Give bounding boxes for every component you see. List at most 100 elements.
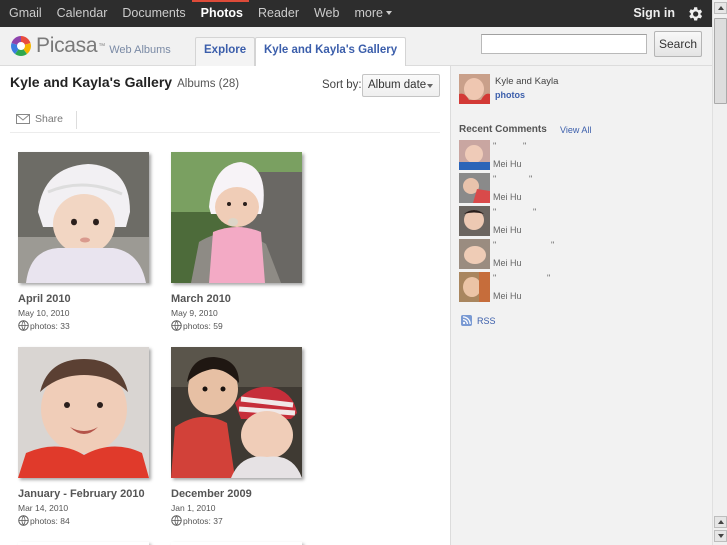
view-all-link[interactable]: View All [560,125,591,135]
avatar[interactable] [459,74,490,104]
arrow-up-icon [717,520,724,524]
rss-icon [461,315,472,326]
album-thumbnail[interactable] [171,152,302,283]
toolbar-divider [76,111,77,129]
arrow-up-icon [717,6,724,10]
picasa-logo-tm: ™ [98,42,106,50]
gbar-link-gmail[interactable]: Gmail [0,0,48,27]
google-bar: Gmail Calendar Documents Photos Reader W… [0,0,712,27]
scroll-down-button[interactable] [714,530,727,542]
gbar-link-photos[interactable]: Photos [191,0,250,27]
album-photos-label: photos: 33 [30,320,70,331]
album-photo-count: photos: 84 [18,515,158,526]
comment-thumbnail[interactable] [459,140,490,170]
album-title[interactable]: March 2010 [171,293,311,305]
main-content: Kyle and Kayla's Gallery Albums (28) Sor… [0,66,450,545]
sort-select[interactable]: Album date [362,74,440,97]
picasa-logo[interactable]: Picasa ™ Web Albums [10,34,171,58]
comment-author: Mei Hu [493,159,522,169]
sidebar: Kyle and Kayla photos Recent Comments Vi… [450,66,712,545]
comment-author: Mei Hu [493,192,522,202]
album-count: Albums (28) [177,78,240,90]
content-divider [10,132,440,133]
album-photos-label: photos: 37 [183,515,223,526]
comment-quote-open: " [493,273,497,283]
gbar-link-web[interactable]: Web [305,0,345,27]
album-thumbnail[interactable] [171,347,302,478]
chevron-down-icon [427,84,433,88]
share-button[interactable]: Share [16,113,63,125]
gbar-link-reader[interactable]: Reader [249,0,305,27]
picasa-header: Picasa ™ Web Albums Explore Kyle and Kayl… [0,27,712,67]
comment-quote-close: " [547,273,551,283]
share-label: Share [35,113,64,125]
album-thumbnail[interactable] [18,152,149,283]
scrollbar[interactable] [712,0,727,545]
rss-label: RSS [477,315,496,326]
gbar-link-calendar[interactable]: Calendar [48,0,114,27]
album-photo-count: photos: 37 [171,515,311,526]
comment-thumbnail[interactable] [459,239,490,269]
sort-label: Sort by: [322,79,362,91]
globe-icon [171,515,182,526]
comment-thumbnail[interactable] [459,272,490,302]
gbar-links: Gmail Calendar Documents Photos Reader W… [0,0,398,27]
album-date: Jan 1, 2010 [171,503,216,513]
comment-item[interactable]: " " Mei Hu [459,173,699,205]
album-title[interactable]: December 2009 [171,488,311,500]
comment-quote-close: " [529,174,533,184]
comment-author: Mei Hu [493,258,522,268]
chevron-down-icon [385,11,392,15]
scroll-up-button[interactable] [714,2,727,14]
picasa-logo-text: Picasa [36,34,98,57]
comment-quote-open: " [493,207,497,217]
album-photo-count: photos: 33 [18,320,158,331]
tab-gallery[interactable]: Kyle and Kayla's Gallery [255,37,407,67]
page-title: Kyle and Kayla's Gallery [10,74,173,90]
comment-item[interactable]: " " Mei Hu [459,140,699,172]
comment-item[interactable]: " " Mei Hu [459,239,699,271]
album-date: May 10, 2010 [18,308,70,318]
gbar-link-documents[interactable]: Documents [113,0,191,27]
album-date: Mar 14, 2010 [18,503,69,513]
sign-in-link[interactable]: Sign in [633,0,675,27]
comment-quote-open: " [493,141,497,151]
album-card[interactable]: December 2009 Jan 1, 2010 photos: 37 [171,347,311,526]
album-thumbnail[interactable] [18,347,149,478]
recent-comments-title: Recent Comments [459,124,547,135]
gallery-title-row: Kyle and Kayla's Gallery Albums (28) [10,74,239,90]
comment-quote-open: " [493,174,497,184]
comment-quote-close: " [551,240,555,250]
gbar-more-label: more [354,6,383,20]
comment-item[interactable]: " " Mei Hu [459,206,699,238]
tab-explore[interactable]: Explore [195,37,256,66]
album-title[interactable]: January - February 2010 [18,488,158,500]
comment-quote-open: " [493,240,497,250]
gear-icon[interactable] [684,3,706,25]
search-input[interactable] [481,34,647,54]
globe-icon [18,320,29,331]
search-button[interactable]: Search [654,31,702,57]
comment-quote-close: " [523,141,527,151]
sort-select-value: Album date [368,79,427,91]
web-albums-label: Web Albums [109,44,171,56]
album-photos-label: photos: 84 [30,515,70,526]
comment-thumbnail[interactable] [459,173,490,203]
scroll-up-button[interactable] [714,516,727,528]
album-photo-count: photos: 59 [171,320,311,331]
owner-photos-link[interactable]: photos [495,90,525,100]
envelope-icon [16,114,30,124]
album-photos-label: photos: 59 [183,320,223,331]
globe-icon [171,320,182,331]
album-title[interactable]: April 2010 [18,293,158,305]
picasa-pinwheel-icon [11,36,31,56]
rss-link[interactable]: RSS [461,315,496,326]
gbar-more-menu[interactable]: more [345,0,397,27]
album-card[interactable]: January - February 2010 Mar 14, 2010 pho… [18,347,158,526]
album-card[interactable]: March 2010 May 9, 2010 photos: 59 [171,152,311,331]
comment-author: Mei Hu [493,225,522,235]
comment-item[interactable]: " " Mei Hu [459,272,699,304]
album-card[interactable]: April 2010 May 10, 2010 photos: 33 [18,152,158,331]
scrollbar-thumb[interactable] [714,18,727,104]
comment-thumbnail[interactable] [459,206,490,236]
